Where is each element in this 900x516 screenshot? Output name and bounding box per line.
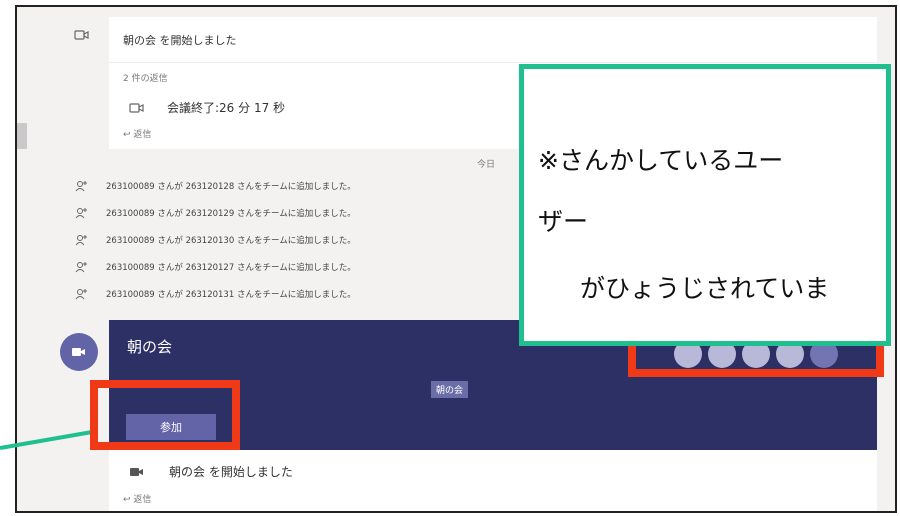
callout-text: がひょうじされていま	[580, 274, 830, 303]
callout-text: ※さんかしているユー	[538, 146, 784, 175]
callout-text: ザー	[538, 207, 589, 236]
annotation-callout: ※さんかしているユー ザー がひょうじされていま	[519, 64, 891, 346]
join-button-highlight	[90, 380, 240, 450]
